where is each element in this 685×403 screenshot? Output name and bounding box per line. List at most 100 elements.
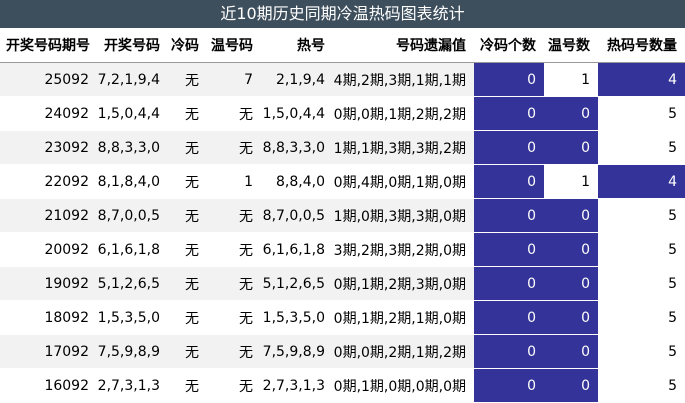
cell-draw: 7,5,9,8,9 xyxy=(97,334,168,369)
cell-cold-count: 0 xyxy=(474,266,544,301)
header-issue: 开奖号码期号 xyxy=(0,28,97,63)
cell-hot-count: 5 xyxy=(598,368,685,403)
cell-warm: 无 xyxy=(207,232,261,267)
cell-hot-count: 5 xyxy=(598,198,685,233)
table-row: 25092 7,2,1,9,4 无 7 2,1,9,4 4期,2期,3期,1期,1期 0 1 4 xyxy=(0,62,685,97)
header-cold-count: 冷码个数 xyxy=(474,28,544,63)
cell-draw: 7,2,1,9,4 xyxy=(97,62,168,97)
header-cold: 冷码 xyxy=(168,28,207,63)
cell-draw: 2,7,3,1,3 xyxy=(97,368,168,403)
cell-issue: 19092 xyxy=(0,266,97,301)
table-row: 16092 2,7,3,1,3 无无 2,7,3,1,3 0期,1期,0期,0期,0期 0… xyxy=(0,368,685,403)
cell-hot-count: 5 xyxy=(598,300,685,335)
cell-cold: 无 xyxy=(168,232,207,267)
cell-draw: 6,1,6,1,8 xyxy=(97,232,168,267)
cell-omission: 0期,0期,2期,1期,2期 xyxy=(333,334,474,369)
cell-warm-count: 0 xyxy=(544,130,598,165)
cell-draw: 8,7,0,0,5 xyxy=(97,198,168,233)
cell-cold: 无 xyxy=(168,198,207,233)
cell-warm: 无 xyxy=(207,368,261,403)
cell-warm-count: 0 xyxy=(544,368,598,403)
cell-draw: 1,5,0,4,4 xyxy=(97,96,168,131)
page-title: 近10期历史同期冷温热码图表统计 xyxy=(0,0,685,28)
cell-cold-count: 0 xyxy=(474,300,544,335)
table-body: 25092 7,2,1,9,4 无 7 2,1,9,4 4期,2期,3期,1期,1期 0 1 4… xyxy=(0,62,685,403)
cell-hot-count: 5 xyxy=(598,232,685,267)
table-row: 24092 1,5,0,4,4 无无 1,5,0,4,4 0期,0期,1期,2期,2期 0… xyxy=(0,96,685,131)
cell-warm-count: 0 xyxy=(544,266,598,301)
cell-omission: 0期,0期,1期,2期,2期 xyxy=(333,96,474,131)
cell-hot: 7,5,9,8,9 xyxy=(261,334,333,369)
cell-cold-count: 0 xyxy=(474,198,544,233)
cell-cold: 无 xyxy=(168,96,207,131)
cell-hot-count: 5 xyxy=(598,334,685,369)
cell-omission: 1期,1期,3期,3期,2期 xyxy=(333,130,474,165)
cell-warm-count: 0 xyxy=(544,300,598,335)
table-row: 19092 5,1,2,6,5 无无 5,1,2,6,5 0期,1期,2期,3期,0期 0… xyxy=(0,266,685,301)
cell-cold: 无 xyxy=(168,300,207,335)
cell-warm: 7 xyxy=(207,62,261,97)
cell-draw: 8,1,8,4,0 xyxy=(97,164,168,199)
cell-warm: 无 xyxy=(207,198,261,233)
cell-issue: 22092 xyxy=(0,164,97,199)
table-row: 23092 8,8,3,3,0 无无 8,8,3,3,0 1期,1期,3期,3期,2期 0… xyxy=(0,130,685,165)
table-row: 21092 8,7,0,0,5 无无 8,7,0,0,5 1期,0期,3期,3期,0期 0… xyxy=(0,198,685,233)
cell-hot-count: 5 xyxy=(598,96,685,131)
cell-hot: 2,1,9,4 xyxy=(261,62,333,97)
cell-omission: 3期,2期,3期,2期,0期 xyxy=(333,232,474,267)
table-row: 18092 1,5,3,5,0 无无 1,5,3,5,0 0期,1期,2期,1期,0期 0… xyxy=(0,300,685,335)
cell-cold: 无 xyxy=(168,334,207,369)
cell-warm-count: 1 xyxy=(544,62,598,97)
cell-omission: 0期,1期,2期,1期,0期 xyxy=(333,300,474,335)
cell-omission: 0期,1期,0期,0期,0期 xyxy=(333,368,474,403)
header-draw: 开奖号码 xyxy=(97,28,168,63)
cell-warm-count: 0 xyxy=(544,96,598,131)
cell-cold-count: 0 xyxy=(474,164,544,199)
cell-hot: 5,1,2,6,5 xyxy=(261,266,333,301)
cell-hot: 2,7,3,1,3 xyxy=(261,368,333,403)
cell-warm-count: 0 xyxy=(544,232,598,267)
cell-hot: 6,1,6,1,8 xyxy=(261,232,333,267)
cell-warm: 无 xyxy=(207,130,261,165)
header-row: 开奖号码期号 开奖号码 冷码 温号码 热号 号码遗漏值 冷码个数 温号数 热码号… xyxy=(0,28,685,63)
cell-cold-count: 0 xyxy=(474,62,544,97)
table-row: 17092 7,5,9,8,9 无无 7,5,9,8,9 0期,0期,2期,1期,2期 0… xyxy=(0,334,685,369)
table-row: 20092 6,1,6,1,8 无无 6,1,6,1,8 3期,2期,3期,2期,0期 0… xyxy=(0,232,685,267)
cell-cold-count: 0 xyxy=(474,334,544,369)
cell-warm-count: 0 xyxy=(544,198,598,233)
cell-cold-count: 0 xyxy=(474,232,544,267)
header-warm: 温号码 xyxy=(207,28,261,63)
cell-omission: 4期,2期,3期,1期,1期 xyxy=(333,62,474,97)
cell-warm: 无 xyxy=(207,266,261,301)
cell-hot: 8,7,0,0,5 xyxy=(261,198,333,233)
cell-draw: 8,8,3,3,0 xyxy=(97,130,168,165)
header-hot: 热号 xyxy=(261,28,333,63)
cell-hot-count: 5 xyxy=(598,130,685,165)
cell-hot-count: 4 xyxy=(598,164,685,199)
cold-warm-hot-table: 开奖号码期号 开奖号码 冷码 温号码 热号 号码遗漏值 冷码个数 温号数 热码号… xyxy=(0,28,685,403)
cell-hot: 8,8,3,3,0 xyxy=(261,130,333,165)
cell-draw: 1,5,3,5,0 xyxy=(97,300,168,335)
cell-cold-count: 0 xyxy=(474,130,544,165)
cell-warm: 无 xyxy=(207,300,261,335)
cell-hot: 1,5,3,5,0 xyxy=(261,300,333,335)
cell-warm: 无 xyxy=(207,96,261,131)
cell-draw: 5,1,2,6,5 xyxy=(97,266,168,301)
cell-omission: 0期,4期,0期,1期,0期 xyxy=(333,164,474,199)
cell-omission: 0期,1期,2期,3期,0期 xyxy=(333,266,474,301)
cell-cold: 无 xyxy=(168,62,207,97)
cell-hot: 1,5,0,4,4 xyxy=(261,96,333,131)
cell-warm-count: 0 xyxy=(544,334,598,369)
cell-cold-count: 0 xyxy=(474,96,544,131)
cell-hot: 8,8,4,0 xyxy=(261,164,333,199)
cell-cold-count: 0 xyxy=(474,368,544,403)
cell-cold: 无 xyxy=(168,164,207,199)
cell-hot-count: 4 xyxy=(598,62,685,97)
cell-cold: 无 xyxy=(168,130,207,165)
cell-cold: 无 xyxy=(168,266,207,301)
header-hot-count: 热码号数量 xyxy=(598,28,685,63)
cell-issue: 18092 xyxy=(0,300,97,335)
cell-issue: 16092 xyxy=(0,368,97,403)
cell-issue: 24092 xyxy=(0,96,97,131)
cell-cold: 无 xyxy=(168,368,207,403)
